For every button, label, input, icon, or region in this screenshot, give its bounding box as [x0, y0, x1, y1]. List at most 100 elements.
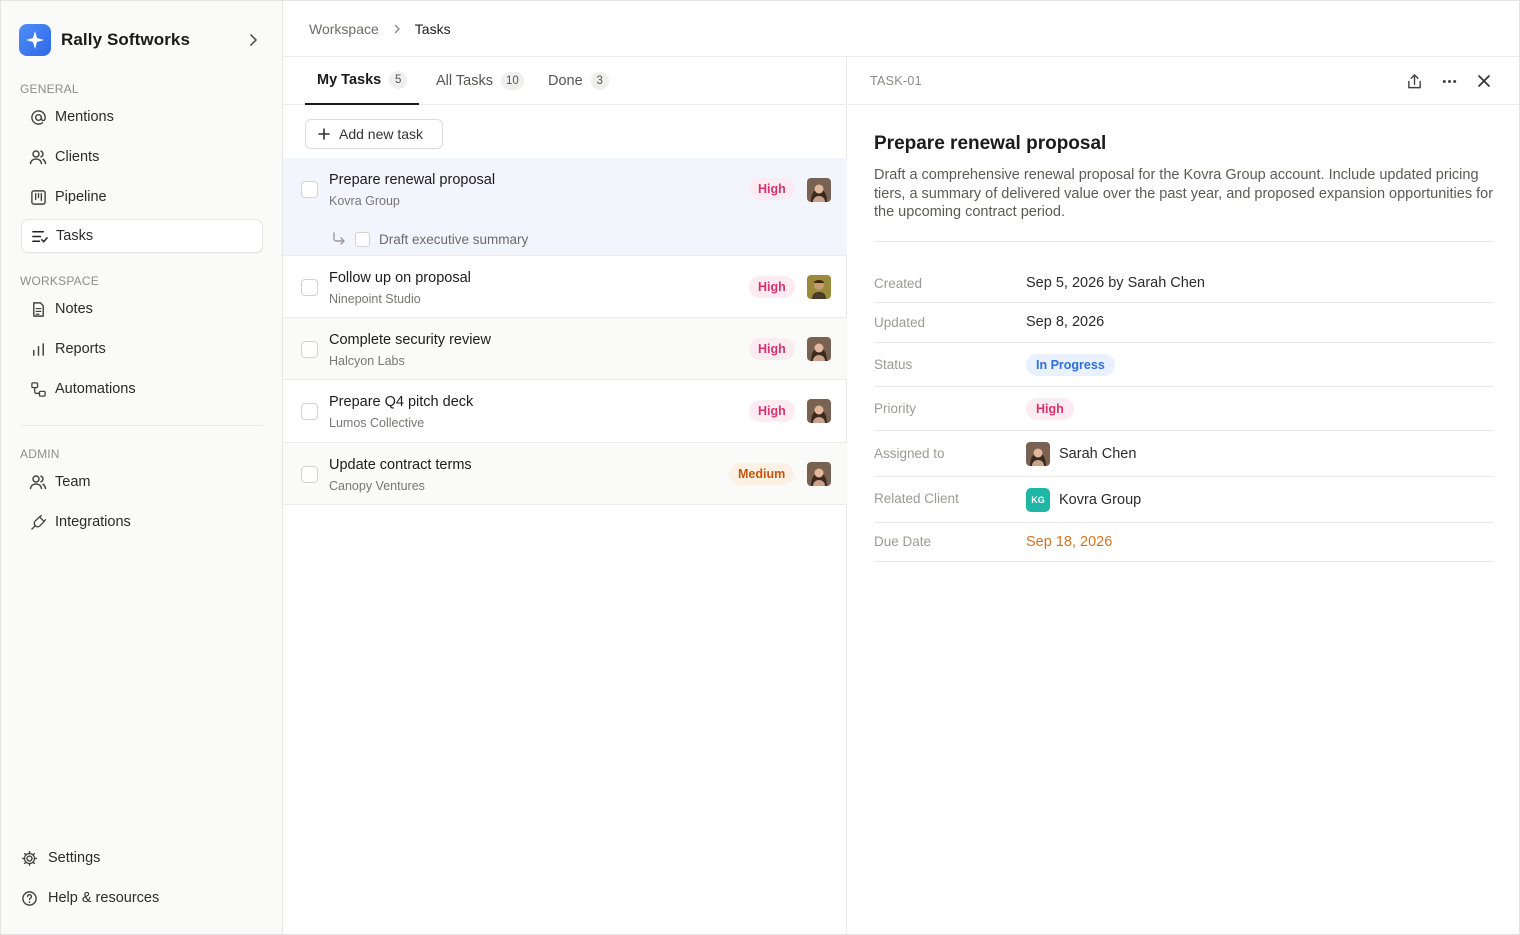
sidebar-item-reports[interactable]: Reports — [21, 332, 263, 366]
workflow-icon — [29, 380, 47, 398]
client-label: Related Client — [874, 491, 959, 506]
status-label: Status — [874, 357, 913, 372]
breadcrumb-workspace[interactable]: Workspace — [309, 21, 379, 37]
sidebar-item-label: Team — [55, 474, 91, 490]
task-checkbox[interactable] — [301, 341, 318, 358]
subtask-item[interactable]: Draft executive summary — [331, 230, 528, 248]
chevron-right-icon[interactable] — [245, 32, 261, 48]
sidebar-item-clients[interactable]: Clients — [21, 140, 263, 174]
settings-link[interactable]: Settings — [20, 847, 100, 869]
bar-chart-icon — [29, 340, 47, 358]
tab-all-tasks[interactable]: All Tasks 10 — [436, 57, 524, 105]
tab-count: 10 — [500, 72, 524, 90]
document-icon — [29, 300, 47, 318]
sidebar-item-label: Reports — [55, 341, 106, 357]
detail-header: TASK-01 — [848, 57, 1519, 105]
status-value[interactable]: In Progress — [1026, 354, 1115, 376]
task-row[interactable]: Prepare Q4 pitch deck Lumos Collective H… — [283, 380, 847, 443]
add-task-button[interactable]: Add new task — [305, 119, 443, 149]
tab-count: 3 — [590, 72, 609, 90]
sidebar-item-label: Clients — [55, 149, 100, 165]
close-icon[interactable] — [1475, 72, 1493, 90]
prop-divider — [874, 342, 1494, 343]
tab-my-tasks[interactable]: My Tasks 5 — [305, 57, 420, 105]
task-checkbox[interactable] — [301, 279, 318, 296]
priority-badge: High — [749, 276, 795, 298]
sidebar-item-label: Tasks — [56, 228, 94, 244]
prop-divider — [874, 476, 1494, 477]
sidebar-item-mentions[interactable]: Mentions — [21, 100, 263, 134]
prop-divider — [874, 430, 1494, 431]
tab-label: My Tasks — [317, 72, 382, 88]
tab-done[interactable]: Done 3 — [548, 57, 609, 105]
due-label: Due Date — [874, 534, 932, 549]
plug-icon — [29, 513, 47, 531]
breadcrumb: Workspace Tasks — [283, 1, 1519, 57]
task-checkbox[interactable] — [301, 466, 318, 483]
task-row[interactable]: Update contract terms Canopy Ventures Me… — [283, 443, 847, 505]
task-title: Complete security review — [329, 332, 491, 348]
task-list-pane: My Tasks 5 All Tasks 10 Done 3 Add new t… — [283, 57, 847, 934]
detail-title: Prepare renewal proposal — [874, 133, 1107, 154]
sidebar-item-automations[interactable]: Automations — [21, 372, 263, 406]
sidebar-item-pipeline[interactable]: Pipeline — [21, 180, 263, 214]
sidebar-item-team[interactable]: Team — [21, 465, 263, 499]
prop-divider — [874, 522, 1494, 523]
help-icon — [20, 889, 38, 907]
app-window: Rally Softworks GENERAL Mentions Clients… — [0, 0, 1520, 935]
kanban-icon — [29, 188, 47, 206]
sidebar-item-label: Integrations — [55, 514, 131, 530]
priority-label: Priority — [874, 401, 917, 416]
settings-label: Settings — [48, 850, 101, 866]
section-label-workspace: WORKSPACE — [20, 274, 99, 288]
avatar — [1026, 442, 1050, 466]
task-client: Ninepoint Studio — [329, 292, 421, 306]
plus-icon — [317, 127, 331, 141]
task-client: Halcyon Labs — [329, 354, 405, 368]
sidebar: Rally Softworks GENERAL Mentions Clients… — [1, 1, 283, 934]
task-tabs: My Tasks 5 All Tasks 10 Done 3 — [283, 57, 847, 105]
client-avatar: KG — [1026, 488, 1050, 512]
task-row[interactable]: Follow up on proposal Ninepoint Studio H… — [283, 256, 847, 318]
priority-value[interactable]: High — [1026, 398, 1074, 420]
task-title: Follow up on proposal — [329, 270, 471, 286]
sidebar-item-tasks[interactable]: Tasks — [21, 219, 263, 253]
chevron-right-icon — [391, 23, 403, 35]
assigned-value[interactable]: Sarah Chen — [1026, 442, 1136, 466]
sidebar-item-integrations[interactable]: Integrations — [21, 505, 263, 539]
prop-divider — [874, 302, 1494, 303]
tab-count: 5 — [389, 71, 408, 89]
detail-description: Draft a comprehensive renewal proposal f… — [874, 167, 1494, 220]
subtask-arrow-icon — [331, 231, 347, 247]
sidebar-item-label: Notes — [55, 301, 93, 317]
sidebar-item-notes[interactable]: Notes — [21, 292, 263, 326]
due-date-value[interactable]: Sep 18, 2026 — [1026, 534, 1112, 550]
share-icon[interactable] — [1405, 72, 1423, 90]
task-row[interactable]: Prepare renewal proposal Kovra Group Hig… — [283, 158, 847, 256]
more-options-icon[interactable] — [1440, 72, 1458, 90]
section-label-admin: ADMIN — [20, 447, 60, 461]
help-link[interactable]: Help & resources — [20, 887, 159, 909]
assignee-name: Sarah Chen — [1059, 446, 1137, 462]
users-icon — [29, 148, 47, 166]
task-row[interactable]: Complete security review Halcyon Labs Hi… — [283, 318, 847, 380]
client-value[interactable]: KG Kovra Group — [1026, 488, 1141, 512]
workspace-switcher[interactable]: Rally Softworks — [19, 24, 265, 56]
updated-value: Sep 8, 2026 — [1026, 314, 1105, 330]
subtask-checkbox[interactable] — [355, 231, 370, 247]
task-checkbox[interactable] — [301, 181, 318, 198]
client-name: Kovra Group — [1059, 492, 1142, 508]
subtask-title: Draft executive summary — [379, 231, 529, 247]
task-checkbox[interactable] — [301, 403, 318, 420]
add-task-label: Add new task — [339, 126, 424, 142]
task-client: Canopy Ventures — [329, 479, 425, 493]
priority-badge: High — [749, 178, 795, 200]
created-value: Sep 5, 2026 by Sarah Chen — [1026, 275, 1205, 291]
task-client: Kovra Group — [329, 194, 400, 208]
prop-divider — [874, 561, 1494, 562]
assigned-label: Assigned to — [874, 446, 945, 461]
breadcrumb-tasks: Tasks — [414, 20, 451, 37]
priority-badge: High — [1026, 398, 1074, 420]
prop-divider — [874, 386, 1494, 387]
tab-label: Done — [548, 73, 583, 89]
